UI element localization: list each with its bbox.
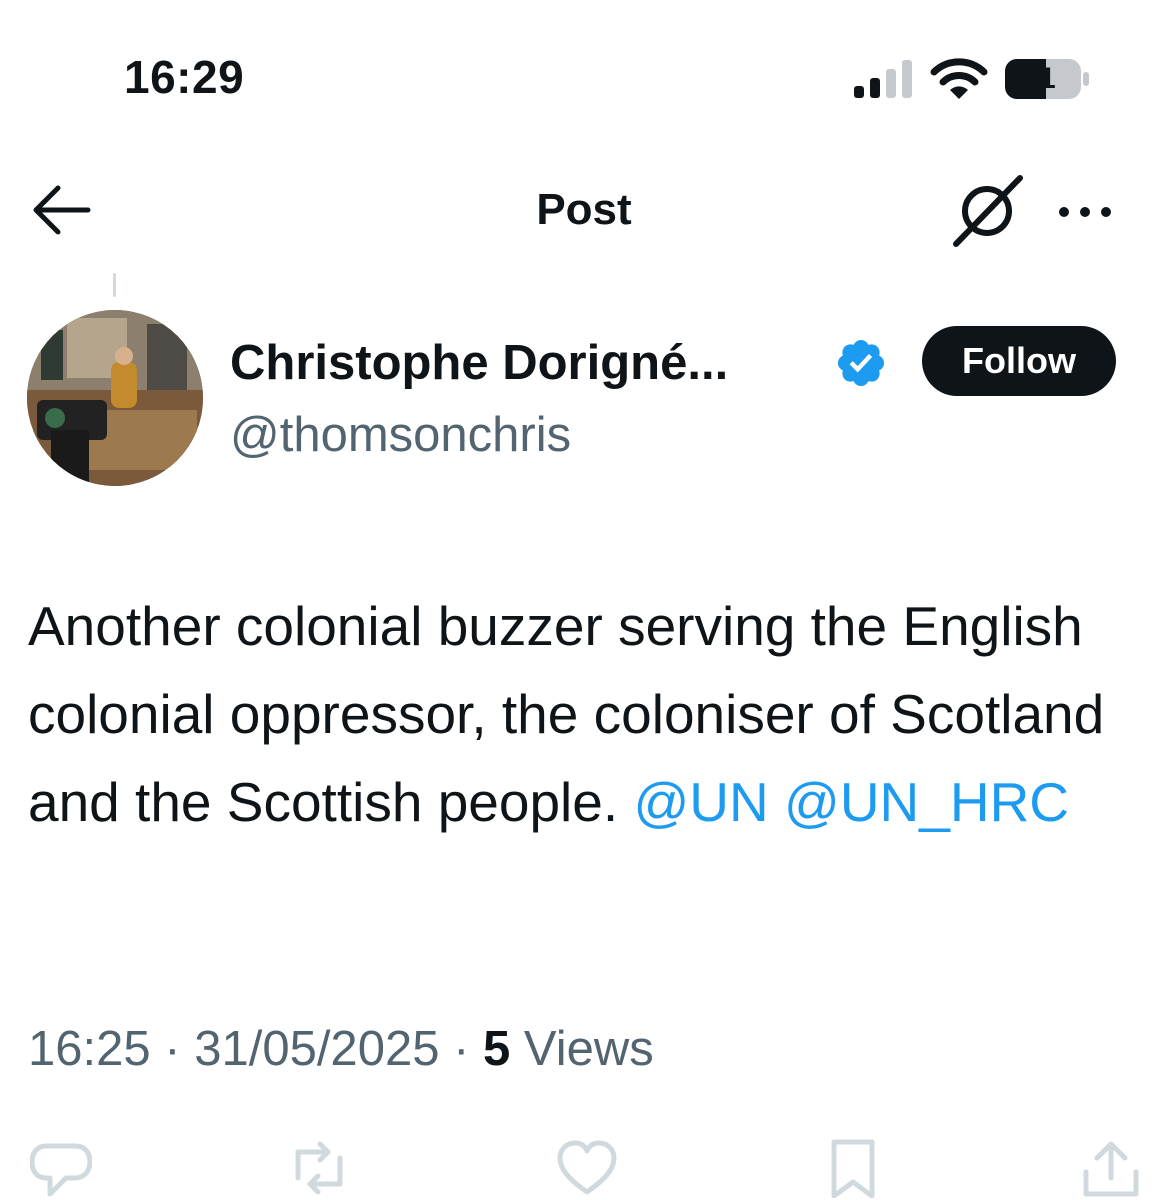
battery-level: 51 xyxy=(1022,62,1056,95)
meta-separator: · xyxy=(164,1022,181,1076)
page-title: Post xyxy=(536,185,632,234)
mention-un-hrc[interactable]: @UN_HRC xyxy=(784,771,1069,833)
like-icon[interactable] xyxy=(556,1138,618,1198)
repost-icon[interactable] xyxy=(288,1138,350,1198)
verified-badge-icon xyxy=(837,339,885,387)
meta-separator: · xyxy=(453,1022,470,1076)
author-handle[interactable]: @thomsonchris xyxy=(230,404,571,466)
status-bar: 16:29 51 xyxy=(0,0,1168,150)
back-arrow-icon[interactable] xyxy=(28,182,94,238)
thread-connector-line xyxy=(113,273,116,297)
more-options-icon[interactable] xyxy=(1050,184,1120,240)
bookmark-icon[interactable] xyxy=(822,1138,884,1198)
post-text: Another colonial buzzer serving the Engl… xyxy=(28,582,1138,846)
status-time: 16:29 xyxy=(124,51,245,103)
author-avatar[interactable] xyxy=(27,310,203,486)
post-time: 16:25 xyxy=(28,1022,151,1076)
mention-un[interactable]: @UN xyxy=(633,771,768,833)
views-label[interactable]: Views xyxy=(524,1022,654,1076)
share-icon[interactable] xyxy=(1080,1138,1142,1198)
post-header: Post xyxy=(0,160,1168,260)
post-meta: 16:25 · 31/05/2025 · 5 Views xyxy=(28,1018,654,1080)
follow-button[interactable]: Follow xyxy=(922,326,1116,396)
cellular-signal-icon xyxy=(854,60,912,98)
views-count: 5 xyxy=(483,1022,511,1076)
author-display-name[interactable]: Christophe Dorigné... xyxy=(230,332,728,394)
wifi-icon xyxy=(930,58,988,99)
grok-icon[interactable] xyxy=(950,174,1024,248)
post-date: 31/05/2025 xyxy=(194,1022,440,1076)
reply-icon[interactable] xyxy=(30,1138,92,1198)
